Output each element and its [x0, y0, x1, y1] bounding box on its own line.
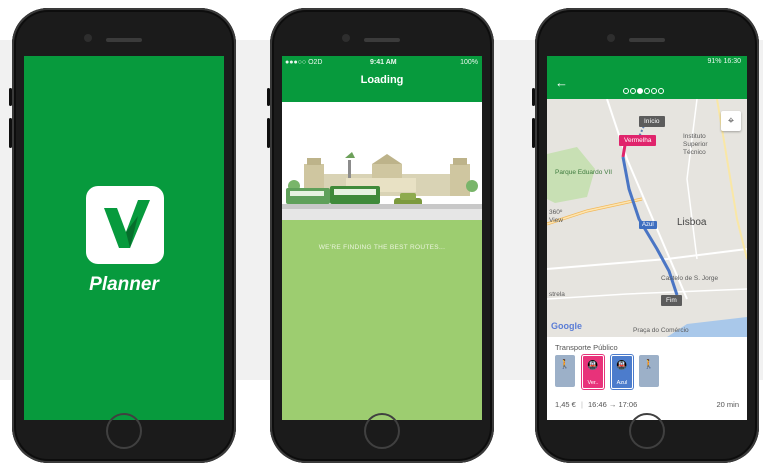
status-time: 9:41 AM: [370, 59, 397, 66]
phone-splash: Planner: [9, 8, 236, 463]
phone-loading: ●●●○○ O2D 9:41 AM 100% Loading WE'RE FIN…: [267, 8, 494, 463]
side-button: [9, 118, 12, 148]
pink-line-label: Vermelha: [619, 135, 657, 146]
metro-icon: 🚇: [616, 360, 628, 370]
map-place-praca: Praça do Comércio: [633, 327, 689, 334]
status-bar: 91% 16:30: [547, 56, 747, 69]
arrow-icon: →: [608, 400, 617, 409]
status-bar: ●●●○○ O2D 9:41 AM 100%: [282, 56, 482, 70]
speaker: [106, 38, 142, 42]
route-summary-panel[interactable]: Transporte Público 🚶 🚇 Ver.. 🚇 Azul 🚶 1,…: [547, 337, 747, 420]
loading-header: Loading: [282, 70, 482, 102]
loading-screen: ●●●○○ O2D 9:41 AM 100% Loading WE'RE FIN…: [282, 56, 482, 420]
side-button: [267, 88, 270, 106]
map-place-view: 360º View: [549, 209, 563, 224]
back-arrow-icon[interactable]: ←: [555, 75, 568, 90]
route-times: 1,45 € | 16:46 → 17:06: [555, 400, 637, 409]
price: 1,45 €: [555, 400, 576, 409]
walk-icon: 🚶: [643, 359, 655, 369]
top-app-bar: ←: [547, 69, 747, 99]
metro-leg-tile-blue[interactable]: 🚇 Azul: [611, 355, 633, 389]
side-button: [532, 118, 535, 148]
v-logo-icon: [104, 200, 150, 248]
google-attribution: Google: [551, 321, 582, 331]
my-location-icon[interactable]: ⌖: [721, 111, 741, 131]
side-button: [9, 88, 12, 106]
step-dot: [623, 88, 629, 94]
map-place-parque: Parque Eduardo VII: [555, 169, 613, 176]
metro-leg-tile-pink[interactable]: 🚇 Ver..: [582, 355, 604, 389]
leg-label: Azul: [616, 380, 628, 386]
side-button: [267, 118, 270, 148]
step-dot: [630, 88, 636, 94]
step-dot: [658, 88, 664, 94]
route-screen: 91% 16:30 ← Início Vermelha Azul Fim ⌖ I…: [547, 56, 747, 420]
map-place-castelo: Castelo de S. Jorge: [661, 275, 719, 282]
walk-leg-tile[interactable]: 🚶: [639, 355, 659, 387]
home-button[interactable]: [364, 413, 400, 449]
carrier-text: ●●●○○ O2D: [285, 59, 323, 66]
battery-text: 100%: [460, 59, 478, 66]
panel-title: Transporte Público: [555, 343, 618, 352]
map-place-lisboa: Lisboa: [677, 217, 707, 228]
loading-message: WE'RE FINDING THE BEST ROUTES...: [318, 244, 446, 251]
camera: [607, 34, 615, 42]
depart-time: 16:46: [588, 400, 607, 409]
step-dot: [637, 88, 643, 94]
page-title: Loading: [360, 74, 404, 86]
map-place-instituto: Instituto Superior Técnico: [683, 133, 708, 156]
speaker: [364, 38, 400, 42]
separator: |: [580, 400, 583, 409]
start-marker[interactable]: Início: [639, 116, 665, 127]
walk-leg-tile[interactable]: 🚶: [555, 355, 575, 387]
home-button[interactable]: [106, 413, 142, 449]
walk-icon: 🚶: [559, 359, 571, 369]
app-name: Planner: [89, 274, 159, 295]
camera: [84, 34, 92, 42]
lisbon-illustration: [282, 152, 482, 220]
end-marker[interactable]: Fim: [661, 295, 682, 306]
home-button[interactable]: [629, 413, 665, 449]
map-place-estrela: strela: [549, 291, 565, 298]
speaker: [629, 38, 665, 42]
leg-label: Ver..: [587, 380, 599, 386]
splash-screen: Planner: [24, 56, 224, 420]
duration: 20 min: [716, 400, 739, 409]
app-logo-icon: [86, 186, 164, 264]
blue-line-label: Azul: [639, 221, 657, 229]
camera: [342, 34, 350, 42]
arrive-time: 17:06: [618, 400, 638, 409]
step-dot: [651, 88, 657, 94]
illustration-area: [282, 102, 482, 220]
step-dot: [644, 88, 650, 94]
status-text: 91% 16:30: [707, 58, 741, 65]
side-button: [532, 88, 535, 106]
route-map[interactable]: Início Vermelha Azul Fim ⌖ Instituto Sup…: [547, 99, 747, 337]
metro-icon: 🚇: [587, 360, 599, 370]
step-indicator: [623, 81, 665, 99]
phone-route: 91% 16:30 ← Início Vermelha Azul Fim ⌖ I…: [532, 8, 759, 463]
